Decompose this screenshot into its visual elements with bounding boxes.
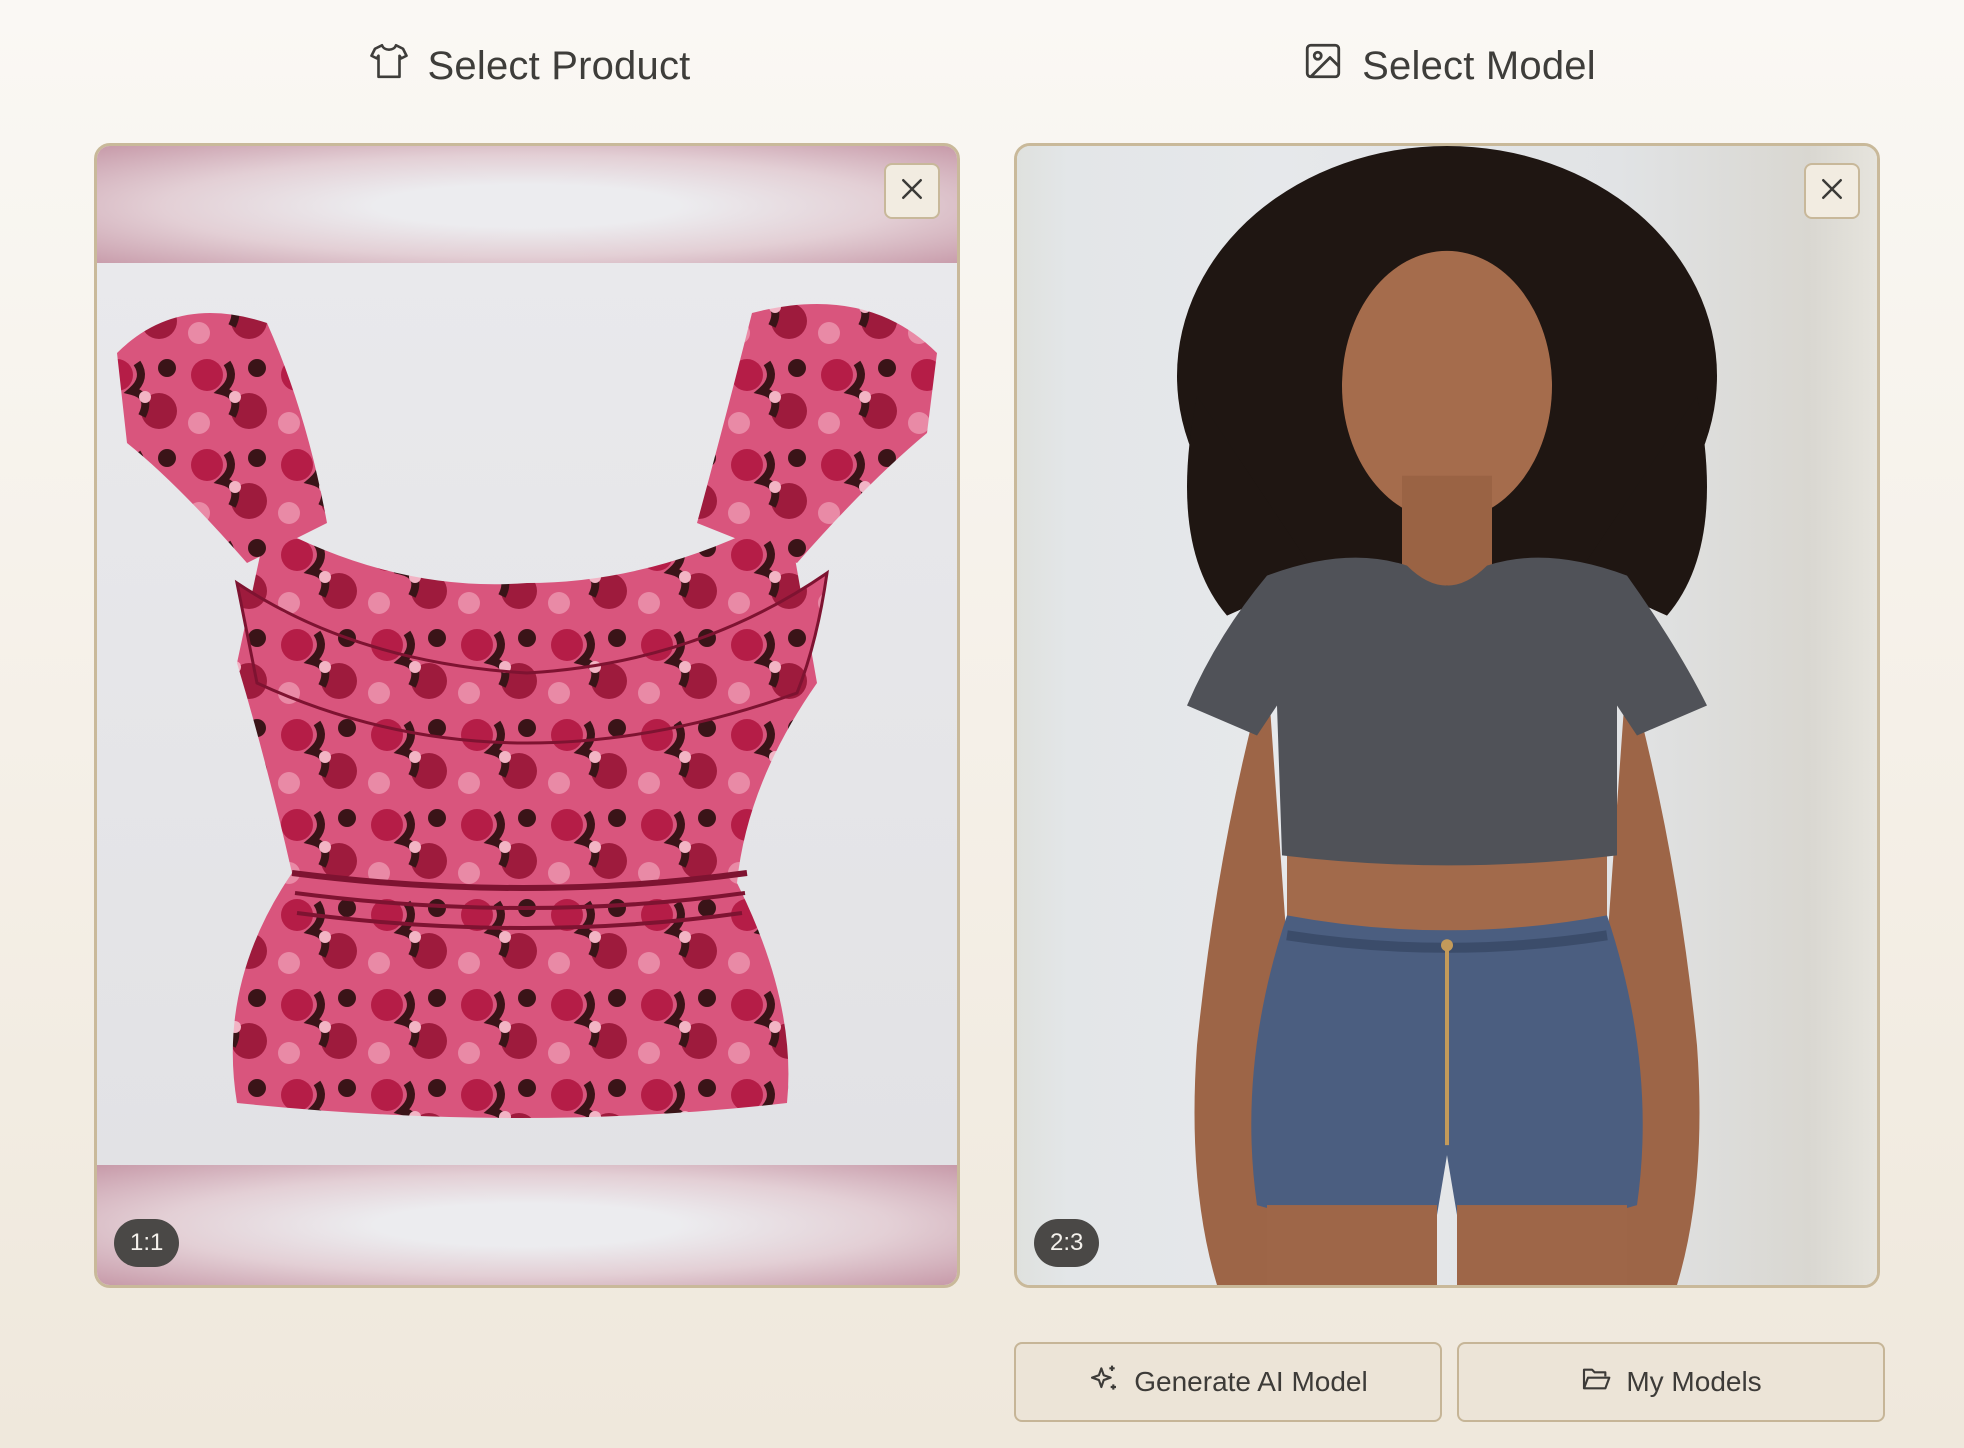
remove-model-button[interactable] xyxy=(1804,163,1860,219)
product-aspect-ratio-badge: 1:1 xyxy=(114,1219,180,1267)
model-aspect-ratio-badge: 2:3 xyxy=(1034,1219,1100,1267)
image-icon xyxy=(1302,40,1344,92)
model-card[interactable]: 2:3 xyxy=(1014,143,1880,1288)
tshirt-icon xyxy=(368,40,410,92)
close-icon xyxy=(897,174,927,209)
product-blur-bottom xyxy=(97,1165,957,1285)
my-models-button[interactable]: My Models xyxy=(1457,1342,1885,1422)
select-model-title: Select Model xyxy=(1362,43,1596,88)
folder-open-icon xyxy=(1580,1363,1612,1402)
product-blur-top xyxy=(97,146,957,266)
close-icon xyxy=(1817,174,1847,209)
my-models-label: My Models xyxy=(1626,1366,1762,1397)
generate-ai-model-label: Generate AI Model xyxy=(1134,1366,1368,1397)
product-card[interactable]: 1:1 xyxy=(94,143,960,1288)
sparkles-icon xyxy=(1088,1363,1120,1402)
select-model-header: Select Model xyxy=(1014,36,1884,96)
product-image xyxy=(97,263,957,1173)
generate-ai-model-button[interactable]: Generate AI Model xyxy=(1014,1342,1442,1422)
remove-product-button[interactable] xyxy=(884,163,940,219)
select-product-header: Select Product xyxy=(94,36,964,96)
select-product-title: Select Product xyxy=(427,43,691,88)
model-image xyxy=(1017,146,1877,1285)
